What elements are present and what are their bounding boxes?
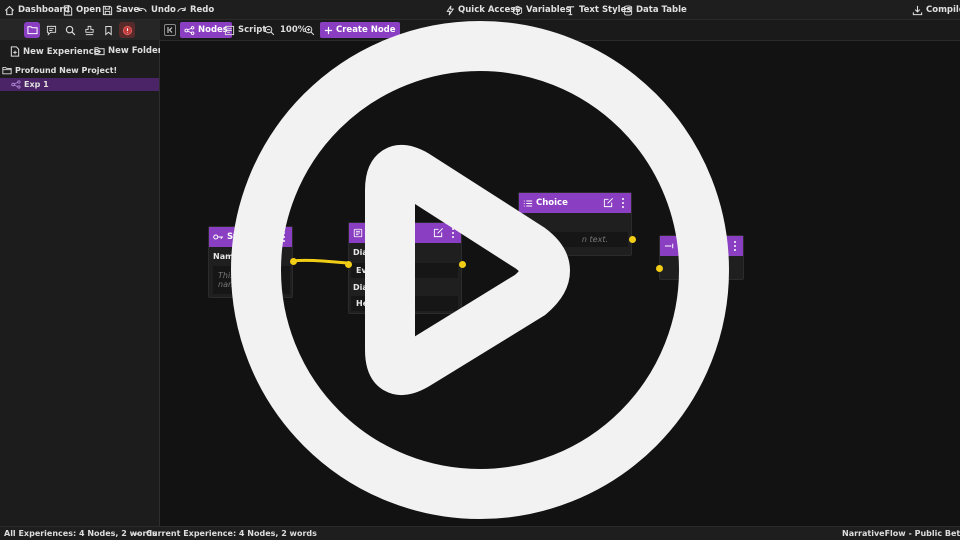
video-play-overlay[interactable] [0, 0, 960, 540]
current-experience-stats: Current Experience: 4 Nodes, 2 words [146, 529, 317, 538]
play-icon[interactable] [0, 0, 960, 540]
status-bar: All Experiences: 4 Nodes, 2 words — Curr… [0, 526, 960, 540]
status-separator: — [132, 529, 140, 538]
app-version: NarrativeFlow - Public Beta 1.0 [842, 529, 960, 538]
